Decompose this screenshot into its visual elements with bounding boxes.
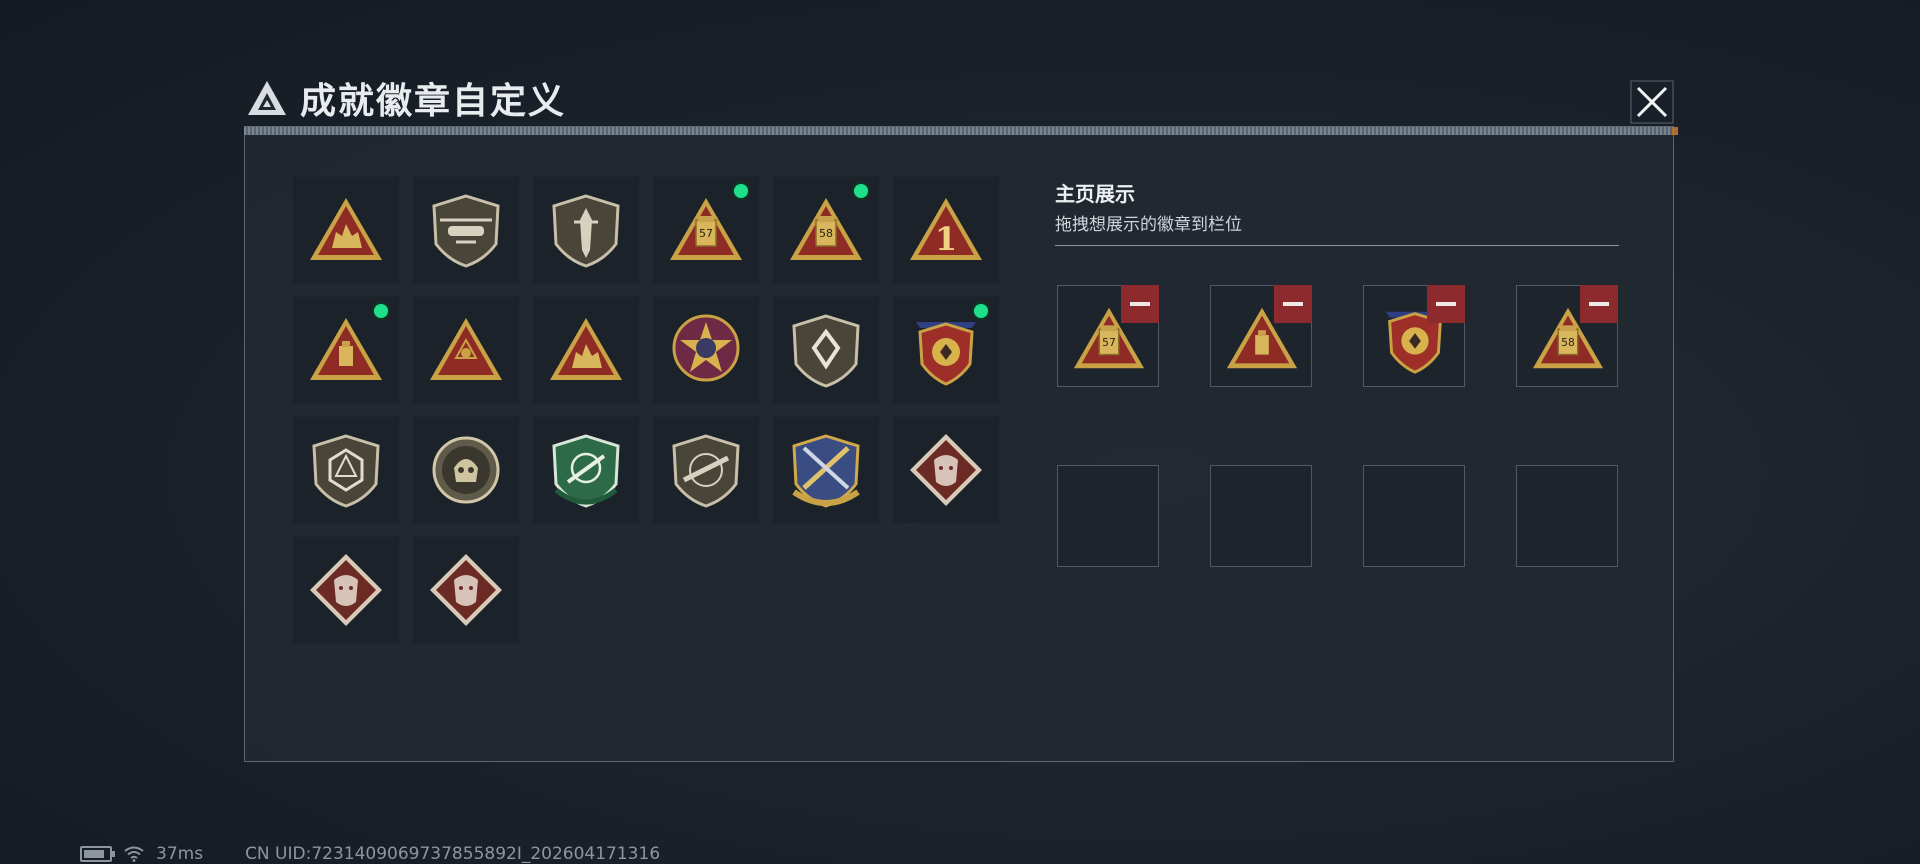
triangle-58-badge-icon: 58 (790, 198, 862, 260)
ping-text: 37ms (156, 844, 204, 864)
badge-cell[interactable] (892, 416, 1000, 524)
dialog-title: 成就徽章自定义 (246, 72, 566, 124)
triangle-block-badge-icon (310, 318, 382, 380)
triangle-emblem-shield-badge-icon (310, 198, 382, 260)
green-crosshair-badge-icon (552, 434, 620, 508)
svg-text:57: 57 (699, 227, 713, 240)
svg-text:58: 58 (819, 227, 833, 240)
triangle-soldiers-badge-icon (550, 318, 622, 380)
triangle-hands-badge-icon (430, 318, 502, 380)
badge-cell[interactable]: 1 (892, 176, 1000, 284)
homepage-subtitle: 拖拽想展示的徽章到栏位 (1055, 215, 1242, 235)
dialog-top-bar (244, 127, 1678, 135)
badge-cell[interactable] (652, 416, 760, 524)
status-bar: 37ms CN UID:7231409069737855892I_2026041… (80, 844, 660, 864)
new-indicator-dot (374, 304, 388, 318)
close-button[interactable] (1630, 80, 1674, 124)
badge-cell[interactable] (772, 416, 880, 524)
remove-badge-button[interactable] (1580, 285, 1618, 323)
badge-cell[interactable] (412, 296, 520, 404)
badge-cell[interactable] (532, 296, 640, 404)
dragon-diamond-badge-icon (310, 554, 382, 626)
badge-cell[interactable]: 58 (772, 176, 880, 284)
badge-cell[interactable] (412, 176, 520, 284)
svg-text:57: 57 (1102, 336, 1116, 349)
badge-cell[interactable] (292, 176, 400, 284)
badge-cell[interactable] (652, 296, 760, 404)
badge-cell[interactable]: 57 (652, 176, 760, 284)
badge-cell[interactable] (532, 176, 640, 284)
rifle-shield-badge-icon (672, 434, 740, 508)
battery-icon (80, 846, 115, 862)
triangle-57-badge-icon: 57 (670, 198, 742, 260)
homepage-slot-empty[interactable] (1057, 465, 1159, 567)
new-indicator-dot (854, 184, 868, 198)
homepage-slot-empty[interactable] (1363, 465, 1465, 567)
dagger-shield-badge-icon (552, 194, 620, 268)
star-circle-badge-icon (672, 314, 740, 382)
svg-text:1: 1 (935, 220, 957, 258)
badge-cell[interactable] (292, 536, 400, 644)
helicopter-shield-badge-icon (432, 194, 500, 268)
d20-shield-badge-icon (312, 434, 380, 508)
homepage-title: 主页展示 (1055, 182, 1135, 206)
homepage-slot-filled[interactable] (1363, 285, 1465, 387)
homepage-divider (1055, 245, 1619, 246)
badge-cell[interactable] (412, 416, 520, 524)
remove-badge-button[interactable] (1427, 285, 1465, 323)
blue-crossed-rifles-badge-icon (792, 434, 860, 508)
close-icon (1630, 80, 1674, 124)
badge-cell[interactable] (292, 296, 400, 404)
dialog-title-text: 成就徽章自定义 (300, 81, 567, 122)
homepage-slot-empty[interactable] (1210, 465, 1312, 567)
wolf-diamond-badge-icon (910, 434, 982, 506)
runner-diamond-badge-icon (430, 554, 502, 626)
new-indicator-dot (734, 184, 748, 198)
remove-badge-button[interactable] (1121, 285, 1159, 323)
homepage-slots: 57 58 (1057, 285, 1618, 567)
triangle-1-badge-icon: 1 (910, 198, 982, 260)
new-indicator-dot (974, 304, 988, 318)
badge-cell[interactable] (532, 416, 640, 524)
uid-text: CN UID:7231409069737855892I_202604171316 (245, 844, 661, 864)
badge-cell[interactable] (292, 416, 400, 524)
homepage-slot-empty[interactable] (1516, 465, 1618, 567)
homepage-slot-filled[interactable]: 58 (1516, 285, 1618, 387)
badge-cell[interactable] (892, 296, 1000, 404)
badge-grid: 57 58 1 (292, 176, 1000, 644)
shield-wing-badge-icon (792, 314, 860, 388)
badge-cell[interactable] (412, 536, 520, 644)
homepage-slot-filled[interactable]: 57 (1057, 285, 1159, 387)
homepage-slot-filled[interactable] (1210, 285, 1312, 387)
wifi-icon (124, 846, 144, 862)
skull-circle-badge-icon (432, 436, 500, 504)
badge-cell[interactable] (772, 296, 880, 404)
delta-logo-icon (248, 81, 286, 115)
laurel-shield-badge-icon (916, 322, 976, 386)
svg-text:58: 58 (1561, 336, 1575, 349)
remove-badge-button[interactable] (1274, 285, 1312, 323)
